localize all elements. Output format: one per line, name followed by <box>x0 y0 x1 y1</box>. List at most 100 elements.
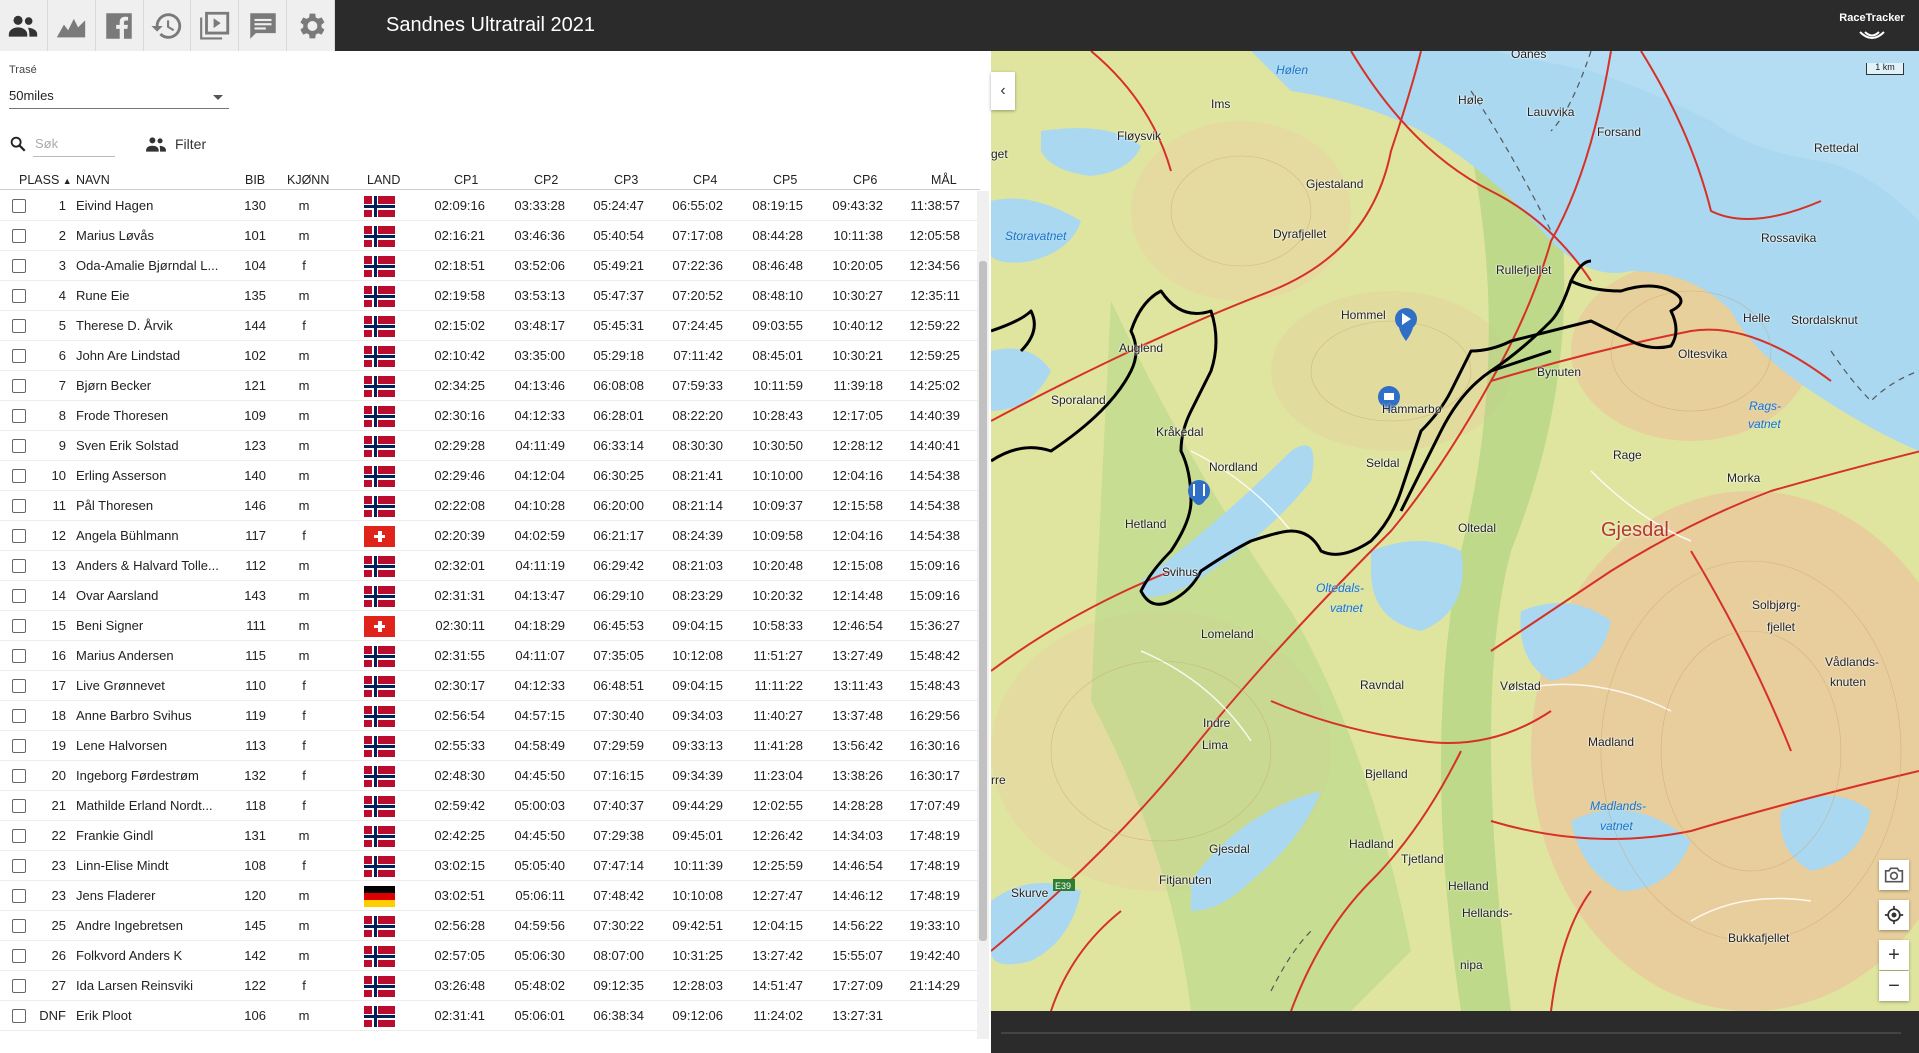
row-checkbox[interactable] <box>12 229 26 243</box>
table-row[interactable]: 7 Bjørn Becker 121 m 02:34:25 04:13:46 06:08:0… <box>0 371 977 401</box>
table-row[interactable]: 15 Beni Signer 111 m 02:30:11 04:18:29 06:45:5… <box>0 611 977 641</box>
table-row[interactable]: 17 Live Grønnevet 110 f 02:30:17 04:12:33 06:4… <box>0 671 977 701</box>
cell-bib: 108 <box>244 858 266 873</box>
row-checkbox[interactable] <box>12 259 26 273</box>
vertical-scrollbar[interactable] <box>977 191 989 1039</box>
header-cp2[interactable]: CP2 <box>534 173 558 187</box>
table-row[interactable]: 22 Frankie Gindl 131 m 02:42:25 04:45:50 07:29… <box>0 821 977 851</box>
table-row[interactable]: 20 Ingeborg Førdestrøm 132 f 02:48:30 04:45:5… <box>0 761 977 791</box>
row-checkbox[interactable] <box>12 679 26 693</box>
header-bib[interactable]: BIB <box>245 173 265 187</box>
table-row[interactable]: 10 Erling Asserson 140 m 02:29:46 04:12:04 06:… <box>0 461 977 491</box>
row-checkbox[interactable] <box>12 949 26 963</box>
row-checkbox[interactable] <box>12 409 26 423</box>
trase-select[interactable]: 50miles <box>9 82 229 109</box>
row-checkbox[interactable] <box>12 739 26 753</box>
flag-switzerland-icon <box>364 616 395 637</box>
chat-button[interactable] <box>239 0 288 51</box>
timeline-track[interactable] <box>1001 1032 1901 1034</box>
row-checkbox[interactable] <box>12 979 26 993</box>
table-row[interactable]: 3 Oda-Amalie Bjørndal L... 104 f 02:18:51 03:… <box>0 251 977 281</box>
row-checkbox[interactable] <box>12 619 26 633</box>
map-view[interactable]: E39 Oanes Hølen Ims Høle Lauvvika Forsand Rett… <box>991 51 1919 1011</box>
row-checkbox[interactable] <box>12 589 26 603</box>
row-checkbox[interactable] <box>12 649 26 663</box>
table-row[interactable]: 14 Ovar Aarsland 143 m 02:31:31 04:13:47 06:29… <box>0 581 977 611</box>
cell-cp2: 04:12:33 <box>514 408 565 423</box>
table-row[interactable]: 21 Mathilde Erland Nordt... 118 f 02:59:42 05… <box>0 791 977 821</box>
map-place-label: Solbjørg- <box>1752 598 1801 612</box>
collapse-panel-button[interactable]: ‹ <box>991 72 1015 110</box>
table-row[interactable]: 18 Anne Barbro Svihus 119 f 02:56:54 04:57:15… <box>0 701 977 731</box>
search-input[interactable] <box>33 131 115 157</box>
table-row[interactable]: 27 Ida Larsen Reinsviki 122 f 03:26:48 05:48:… <box>0 971 977 1001</box>
header-cp3[interactable]: CP3 <box>614 173 638 187</box>
table-row[interactable]: 8 Frode Thoresen 109 m 02:30:16 04:12:33 06:28… <box>0 401 977 431</box>
cell-finish: 14:54:38 <box>909 528 960 543</box>
row-checkbox[interactable] <box>12 319 26 333</box>
elevation-chart-button[interactable] <box>48 0 96 51</box>
row-checkbox[interactable] <box>12 559 26 573</box>
row-checkbox[interactable] <box>12 529 26 543</box>
header-cp4[interactable]: CP4 <box>693 173 717 187</box>
table-row[interactable]: 23 Jens Fladerer 120 m 03:02:51 05:06:11 07:48… <box>0 881 977 911</box>
participants-button[interactable] <box>0 0 48 51</box>
zoom-out-button[interactable]: − <box>1879 971 1909 1001</box>
cell-cp4: 09:42:51 <box>672 918 723 933</box>
row-checkbox[interactable] <box>12 349 26 363</box>
filter-button[interactable]: Filter <box>145 133 206 155</box>
cell-cp1: 03:02:51 <box>434 888 485 903</box>
cell-finish: 16:29:56 <box>909 708 960 723</box>
table-row[interactable]: 1 Eivind Hagen 130 m 02:09:16 03:33:28 05:24:4… <box>0 191 977 221</box>
row-checkbox[interactable] <box>12 439 26 453</box>
row-checkbox[interactable] <box>12 919 26 933</box>
facebook-button[interactable] <box>96 0 144 51</box>
table-row[interactable]: 25 Andre Ingebretsen 145 m 02:56:28 04:59:56 0… <box>0 911 977 941</box>
replay-button[interactable] <box>191 0 240 51</box>
row-checkbox[interactable] <box>12 799 26 813</box>
row-checkbox[interactable] <box>12 829 26 843</box>
header-cp1[interactable]: CP1 <box>454 173 478 187</box>
row-checkbox[interactable] <box>12 469 26 483</box>
table-row[interactable]: 13 Anders & Halvard Tolle... 112 m 02:32:01 0… <box>0 551 977 581</box>
header-place[interactable]: PLASS ▲ <box>19 173 72 187</box>
table-row[interactable]: 23 Linn-Elise Mindt 108 f 03:02:15 05:05:40 07… <box>0 851 977 881</box>
row-checkbox[interactable] <box>12 769 26 783</box>
table-row[interactable]: 26 Folkvord Anders K 142 m 02:57:05 05:06:30 0… <box>0 941 977 971</box>
row-checkbox[interactable] <box>12 859 26 873</box>
zoom-in-button[interactable]: + <box>1879 940 1909 970</box>
table-row[interactable]: 4 Rune Eie 135 m 02:19:58 03:53:13 05:47:37 07:… <box>0 281 977 311</box>
map-place-label: Bukkafjellet <box>1728 931 1790 945</box>
row-checkbox[interactable] <box>12 199 26 213</box>
header-cp6[interactable]: CP6 <box>853 173 877 187</box>
header-sex[interactable]: KJØNN <box>287 173 329 187</box>
row-checkbox[interactable] <box>12 379 26 393</box>
row-checkbox[interactable] <box>12 709 26 723</box>
table-row[interactable]: 11 Pål Thoresen 146 m 02:22:08 04:10:28 06:20:… <box>0 491 977 521</box>
cell-cp6: 10:20:05 <box>832 258 883 273</box>
header-country[interactable]: LAND <box>367 173 400 187</box>
header-finish[interactable]: MÅL <box>931 173 957 187</box>
row-checkbox[interactable] <box>12 499 26 513</box>
map-place-label: Hammarbø <box>1382 402 1443 416</box>
timeline-bar[interactable] <box>991 1011 1919 1053</box>
table-row[interactable]: 6 John Are Lindstad 102 m 02:10:42 03:35:00 05… <box>0 341 977 371</box>
table-row[interactable]: 12 Angela Bühlmann 117 f 02:20:39 04:02:59 06:… <box>0 521 977 551</box>
row-checkbox[interactable] <box>12 289 26 303</box>
header-cp5[interactable]: CP5 <box>773 173 797 187</box>
vertical-scroll-thumb[interactable] <box>979 261 987 941</box>
table-row[interactable]: 2 Marius Løvås 101 m 02:16:21 03:46:36 05:40:5… <box>0 221 977 251</box>
table-row[interactable]: 19 Lene Halvorsen 113 f 02:55:33 04:58:49 07:2… <box>0 731 977 761</box>
locate-button[interactable] <box>1879 900 1909 930</box>
screenshot-button[interactable] <box>1879 860 1909 890</box>
table-row[interactable]: 16 Marius Andersen 115 m 02:31:55 04:11:07 07:… <box>0 641 977 671</box>
table-row[interactable]: 9 Sven Erik Solstad 123 m 02:29:28 04:11:49 06… <box>0 431 977 461</box>
row-checkbox[interactable] <box>12 889 26 903</box>
table-row[interactable]: DNF Erik Ploot 106 m 02:31:41 05:06:01 06:38:3… <box>0 1001 977 1031</box>
row-checkbox[interactable] <box>12 1009 26 1023</box>
table-row[interactable]: 5 Therese D. Årvik 144 f 02:15:02 03:48:17 05:… <box>0 311 977 341</box>
map-place-label: Oanes <box>1511 51 1547 61</box>
settings-button[interactable] <box>287 0 336 51</box>
header-name[interactable]: NAVN <box>76 173 110 187</box>
history-button[interactable] <box>144 0 192 51</box>
